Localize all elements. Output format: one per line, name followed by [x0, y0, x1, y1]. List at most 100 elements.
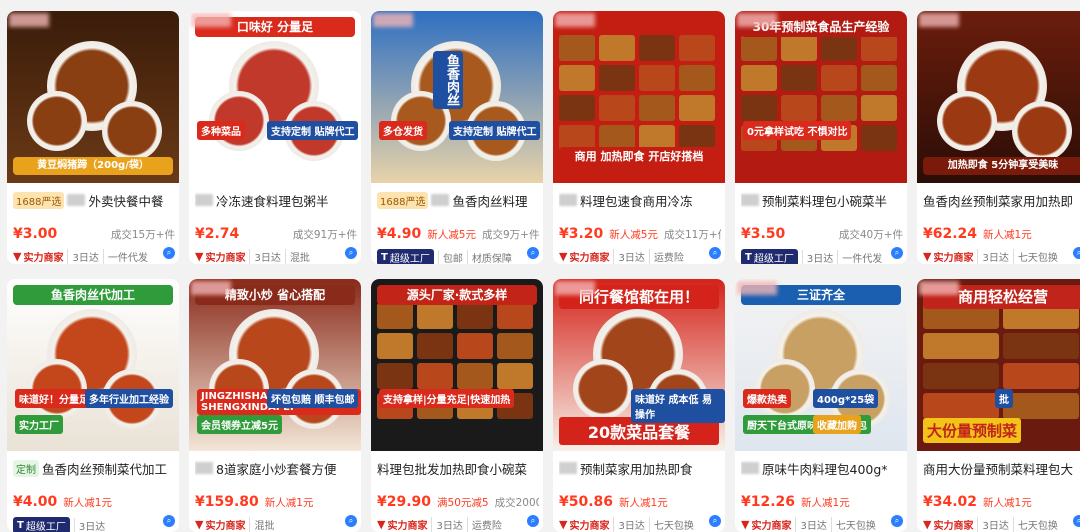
strong-merchant-badge: ▼ 实力商家 — [195, 249, 245, 264]
strong-merchant-badge: ▼ 实力商家 — [13, 249, 63, 264]
product-title[interactable]: 原味牛肉料理包400g* — [741, 459, 903, 477]
similar-icon[interactable]: ⌕ — [891, 247, 903, 259]
product-image[interactable]: 商用轻松经营 大份量预制菜批 — [917, 279, 1080, 451]
food-tile — [639, 95, 675, 121]
promo-text: 新人减1元 — [983, 497, 1032, 509]
product-image[interactable]: 30年预制菜食品生产经验 0元拿样试吃 不惧对比 — [735, 11, 907, 183]
service-tag: 七天包换 — [830, 517, 876, 532]
product-card[interactable]: 口味好 分量足 多种菜品 支持定制 贴牌代工 冷冻速食料理包粥半 ¥2.74 成交91万+… — [189, 11, 361, 264]
product-card[interactable]: 三证齐全 爆款热卖 400g*25袋 厨天下台式原味牛肉料理包 收藏加购原味牛肉料理包4… — [735, 279, 907, 532]
product-image[interactable]: 鱼香肉丝 多仓发货 支持定制 贴牌代工 — [371, 11, 543, 183]
product-card[interactable]: 同行餐馆都在用！ 20款菜品套餐 味道好 成本低 易操作 预制菜家用加热即食 ¥50.8… — [553, 279, 725, 532]
food-tile — [679, 35, 715, 61]
product-title-text: 预制菜家用加热即食 — [580, 461, 693, 477]
similar-icon[interactable]: ⌕ — [891, 515, 903, 527]
promo-text: 满50元减5 — [437, 497, 489, 509]
service-tag: 3日达 — [801, 250, 833, 264]
food-tile — [1003, 393, 1079, 419]
merchant-label: 实力商家 — [933, 253, 974, 264]
promo-text: 新人减1元 — [801, 497, 850, 509]
product-title[interactable]: 定制 鱼香肉丝预制菜代加工 — [13, 459, 175, 477]
product-title-text: 冷冻速食料理包粥半 — [216, 193, 329, 209]
price-row: ¥4.90 新人减5元 成交9万+件 — [377, 226, 539, 242]
food-tile — [781, 35, 817, 61]
similar-icon[interactable]: ⌕ — [163, 247, 175, 259]
product-title[interactable]: 预制菜料理包小碗菜半 — [741, 191, 903, 209]
promo-text: 新人减1元 — [63, 497, 112, 509]
product-price: ¥4.00 — [13, 494, 58, 510]
product-title[interactable]: 1688严选 鱼香肉丝料理 — [377, 191, 539, 209]
product-title[interactable]: 8道家庭小炒套餐方便 — [195, 459, 357, 477]
masked-logo — [919, 13, 959, 27]
strong-merchant-badge: ▼ 实力商家 — [377, 517, 427, 532]
service-tags: ▼ 实力商家 3日达 七天包换 — [741, 517, 903, 532]
food-tile — [457, 363, 493, 389]
service-tags: ▼ 实力商家 3日达 七天包换 — [559, 517, 721, 532]
product-card[interactable]: 鱼香肉丝 多仓发货 支持定制 贴牌代工 1688严选 鱼香肉丝料理 ¥4.90 新人减5元成… — [371, 11, 543, 264]
merchant-label: 实力商家 — [569, 253, 610, 264]
product-title[interactable]: 预制菜家用加热即食 — [559, 459, 721, 477]
similar-icon[interactable]: ⌕ — [709, 515, 721, 527]
product-image[interactable]: 三证齐全 爆款热卖 400g*25袋 厨天下台式原味牛肉料理包 收藏加购 — [735, 279, 907, 451]
similar-icon[interactable]: ⌕ — [527, 515, 539, 527]
masked-logo — [555, 281, 595, 295]
product-card[interactable]: 鱼香肉丝代加工 味道好！分量足！ 多年行业加工经验 实力工厂定制 鱼香肉丝预制菜代加工 ¥… — [7, 279, 179, 532]
product-title[interactable]: 1688严选 外卖快餐中餐 — [13, 191, 175, 209]
product-title[interactable]: 冷冻速食料理包粥半 — [195, 191, 357, 209]
product-card[interactable]: 商用轻松经营 大份量预制菜批商用大份量预制菜料理包大 ¥34.02 新人减1元 ▼ 实力商… — [917, 279, 1080, 532]
merchant-label: 实力商家 — [751, 521, 792, 532]
product-title-text: 商用大份量预制菜料理包大 — [923, 461, 1074, 477]
service-tag: 3日达 — [613, 517, 645, 532]
food-tile — [559, 65, 595, 91]
food-tile — [417, 363, 453, 389]
strong-merchant-badge: ▼ 实力商家 — [923, 249, 973, 264]
sold-count: 成交2000+件 — [494, 497, 539, 509]
product-grid: 黄豆焖猪蹄（200g/袋） 1688严选 外卖快餐中餐 ¥3.00 成交15万+件 ▼ 实力… — [0, 0, 1080, 532]
food-tile — [377, 363, 413, 389]
custom-badge: 定制 — [13, 459, 39, 477]
food-tile — [821, 35, 857, 61]
product-title[interactable]: 商用大份量预制菜料理包大 — [923, 459, 1080, 477]
product-card[interactable]: 商用 加热即食 开店好搭档料理包速食商用冷冻 ¥3.20 新人减5元成交11万+件 ▼… — [553, 11, 725, 264]
price-row: ¥29.90 满50元减5 成交2000+件 — [377, 494, 539, 510]
image-caption: 400g*25袋 — [813, 389, 879, 408]
product-image[interactable]: 鱼香肉丝代加工 味道好！分量足！ 多年行业加工经验 实力工厂 — [7, 279, 179, 451]
similar-icon[interactable]: ⌕ — [163, 515, 175, 527]
product-card[interactable]: 精致小炒 省心搭配 JINGZHISHAOCHAO SHENGXINDAPEI 坏包… — [189, 279, 361, 532]
product-title[interactable]: 料理包批发加热即食小碗菜 — [377, 459, 539, 477]
food-tile — [497, 303, 533, 329]
product-image[interactable]: 同行餐馆都在用！ 20款菜品套餐 味道好 成本低 易操作 — [553, 279, 725, 451]
product-price: ¥34.02 — [923, 494, 978, 510]
food-tile — [861, 125, 897, 151]
masked-text — [195, 462, 213, 474]
product-image[interactable]: 精致小炒 省心搭配 JINGZHISHAOCHAO SHENGXINDAPEI 坏包… — [189, 279, 361, 451]
similar-icon[interactable]: ⌕ — [1073, 515, 1080, 527]
product-card[interactable]: 黄豆焖猪蹄（200g/袋） 1688严选 外卖快餐中餐 ¥3.00 成交15万+件 ▼ 实力… — [7, 11, 179, 264]
product-image[interactable]: 商用 加热即食 开店好搭档 — [553, 11, 725, 183]
product-image[interactable]: 口味好 分量足 多种菜品 支持定制 贴牌代工 — [189, 11, 361, 183]
promo-text: 新人减5元 — [427, 229, 476, 241]
product-title[interactable]: 鱼香肉丝预制菜家用加热即 — [923, 191, 1080, 209]
promo-text: 新人减5元 — [609, 229, 658, 241]
product-title[interactable]: 料理包速食商用冷冻 — [559, 191, 721, 209]
similar-icon[interactable]: ⌕ — [709, 247, 721, 259]
product-card[interactable]: 30年预制菜食品生产经验 0元拿样试吃 不惧对比 预制菜料理包小碗菜半 ¥3.50 成交… — [735, 11, 907, 264]
image-caption: 多年行业加工经验 — [85, 389, 173, 408]
product-card[interactable]: 加热即食 5分钟享受美味 鱼香肉丝预制菜家用加热即 ¥62.24 新人减1元 ▼ 实力商家… — [917, 11, 1080, 264]
service-tags: T 超级工厂 包邮 材质保障 — [377, 249, 539, 264]
product-image[interactable]: 黄豆焖猪蹄（200g/袋） — [7, 11, 179, 183]
product-title-text: 8道家庭小炒套餐方便 — [216, 461, 337, 477]
similar-icon[interactable]: ⌕ — [345, 247, 357, 259]
similar-icon[interactable]: ⌕ — [345, 515, 357, 527]
strong-merchant-badge: ▼ 实力商家 — [559, 249, 609, 264]
similar-icon[interactable]: ⌕ — [527, 247, 539, 259]
product-card[interactable]: 源头厂家·款式多样 支持拿样|分量充足|快速加热 料理包批发加热即食小碗菜 ¥29.9… — [371, 279, 543, 532]
service-tag: 3日达 — [431, 517, 463, 532]
food-tile — [741, 65, 777, 91]
product-image[interactable]: 源头厂家·款式多样 支持拿样|分量充足|快速加热 — [371, 279, 543, 451]
merchant-label: 实力商家 — [569, 521, 610, 532]
product-image[interactable]: 加热即食 5分钟享受美味 — [917, 11, 1080, 183]
super-factory-label: 超级工厂 — [753, 254, 794, 264]
food-tile — [923, 333, 999, 359]
similar-icon[interactable]: ⌕ — [1073, 247, 1080, 259]
